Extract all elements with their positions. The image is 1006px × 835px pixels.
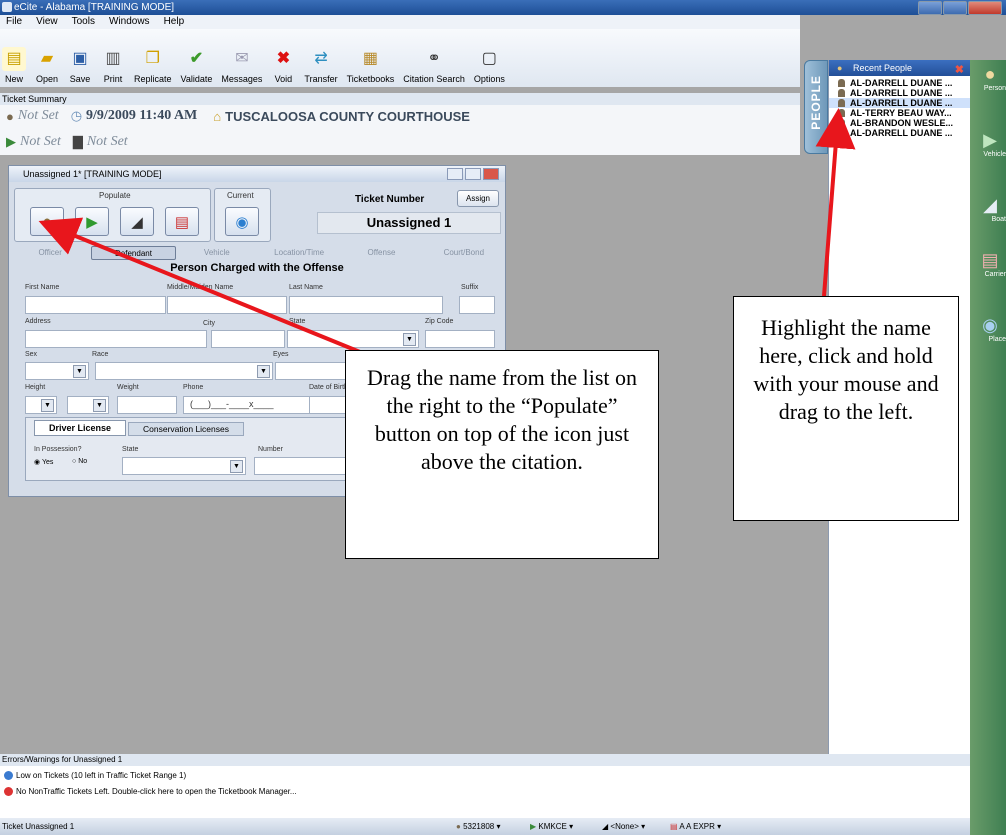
right-arrow: [815, 108, 856, 297]
right-callout: Highlight the name here, click and hold …: [733, 296, 959, 521]
left-callout: Drag the name from the list on the right…: [345, 350, 659, 559]
left-arrow: [38, 217, 361, 354]
